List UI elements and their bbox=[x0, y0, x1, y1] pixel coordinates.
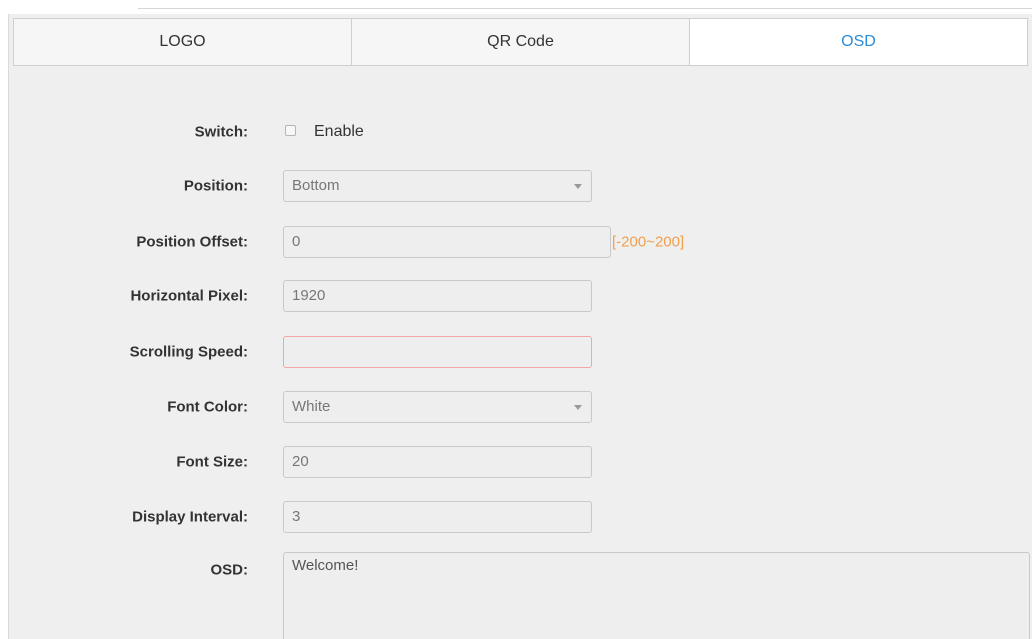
tab-qr-code[interactable]: QR Code bbox=[352, 19, 690, 65]
position-offset-input[interactable]: 0 bbox=[283, 226, 611, 258]
scrolling-speed-input[interactable] bbox=[283, 336, 592, 368]
display-interval-input[interactable]: 3 bbox=[283, 501, 592, 533]
enable-checkbox[interactable] bbox=[285, 125, 296, 136]
position-offset-row: Position Offset: 0 [-200~200] bbox=[0, 222, 1032, 262]
tab-logo[interactable]: LOGO bbox=[14, 19, 352, 65]
scrolling-speed-row: Scrolling Speed: bbox=[0, 332, 1032, 372]
switch-label: Switch: bbox=[194, 123, 248, 141]
position-select[interactable]: Bottom bbox=[283, 170, 592, 202]
settings-panel bbox=[8, 14, 1032, 639]
position-select-value: Bottom bbox=[292, 177, 340, 194]
tab-bar: LOGO QR Code OSD bbox=[13, 18, 1028, 66]
switch-row: Switch: Enable bbox=[0, 112, 1032, 152]
horizontal-pixel-row: Horizontal Pixel: 1920 bbox=[0, 276, 1032, 316]
font-color-select-value: White bbox=[292, 398, 331, 415]
position-offset-label: Position Offset: bbox=[136, 233, 248, 251]
osd-label: OSD: bbox=[210, 561, 249, 579]
font-color-select[interactable]: White bbox=[283, 391, 592, 423]
enable-checkbox-label[interactable]: Enable bbox=[314, 123, 364, 141]
font-size-row: Font Size: 20 bbox=[0, 442, 1032, 482]
font-size-input[interactable]: 20 bbox=[283, 446, 592, 478]
font-color-row: Font Color: White bbox=[0, 387, 1032, 427]
font-size-label: Font Size: bbox=[176, 453, 248, 471]
tab-osd[interactable]: OSD bbox=[690, 19, 1027, 65]
horizontal-pixel-label: Horizontal Pixel: bbox=[130, 287, 248, 305]
top-divider bbox=[138, 8, 1032, 9]
position-offset-range-hint: [-200~200] bbox=[612, 233, 685, 251]
position-row: Position: Bottom bbox=[0, 166, 1032, 206]
osd-textarea[interactable]: Welcome! bbox=[283, 552, 1030, 639]
scrolling-speed-label: Scrolling Speed: bbox=[129, 343, 248, 361]
chevron-down-icon bbox=[574, 405, 582, 410]
horizontal-pixel-input[interactable]: 1920 bbox=[283, 280, 592, 312]
font-color-label: Font Color: bbox=[167, 398, 248, 416]
display-interval-row: Display Interval: 3 bbox=[0, 497, 1032, 537]
chevron-down-icon bbox=[574, 184, 582, 189]
position-label: Position: bbox=[183, 177, 248, 195]
display-interval-label: Display Interval: bbox=[132, 508, 248, 526]
